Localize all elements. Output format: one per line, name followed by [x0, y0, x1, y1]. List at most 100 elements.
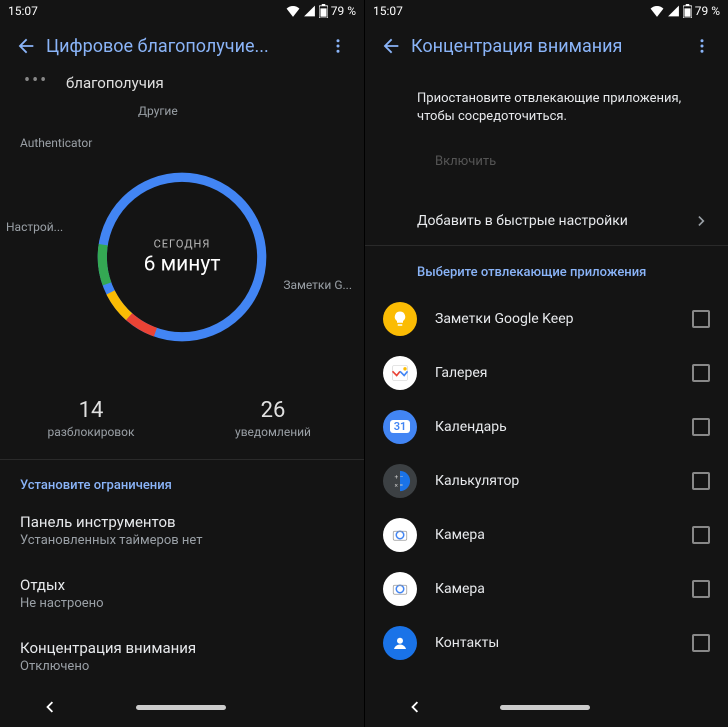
- nav-home-pill[interactable]: [136, 705, 226, 710]
- content: Приостановите отвлекающие приложения, чт…: [365, 70, 728, 687]
- row-dashboard-title: Панель инструментов: [20, 513, 344, 531]
- app-row[interactable]: Галерея: [365, 346, 728, 400]
- stat-unlocks[interactable]: 14 разблокировок: [0, 398, 182, 439]
- seg-label-notes: Заметки G...: [283, 278, 352, 292]
- stat-unlocks-label: разблокировок: [0, 425, 182, 439]
- wifi-icon: [286, 5, 300, 17]
- stat-notifs-value: 26: [182, 398, 364, 423]
- battery-icon: [319, 4, 328, 18]
- app-name-label: Галерея: [417, 365, 692, 381]
- app-name-label: Камера: [417, 581, 692, 597]
- seg-label-auth: Authenticator: [20, 136, 92, 150]
- phone-wellbeing: 15:07 79 % Цифровое благополучие... ••• …: [0, 0, 364, 727]
- app-name-label: Календарь: [417, 419, 692, 435]
- status-battery: 79 %: [695, 4, 720, 18]
- seg-label-settings: Настрой...: [6, 220, 63, 234]
- svg-text:+ −: + −: [395, 473, 404, 481]
- row-winddown-sub: Не настроено: [20, 596, 344, 611]
- status-right: 79 %: [650, 4, 720, 18]
- pick-apps-header: Выберите отвлекающие приложения: [365, 246, 728, 292]
- wifi-icon: [650, 5, 664, 17]
- app-checkbox[interactable]: [692, 364, 710, 382]
- row-dashboard[interactable]: Панель инструментов Установленных таймер…: [0, 499, 364, 562]
- app-icon: 31: [383, 410, 417, 444]
- app-row[interactable]: 31Календарь: [365, 400, 728, 454]
- row-dashboard-sub: Установленных таймеров нет: [20, 533, 344, 548]
- row-winddown[interactable]: Отдых Не настроено: [0, 562, 364, 625]
- app-name-label: Заметки Google Keep: [417, 311, 692, 327]
- more-vert-icon: [329, 37, 347, 55]
- app-icon: [383, 626, 417, 660]
- enable-button[interactable]: Включить: [417, 146, 514, 177]
- status-bar: 15:07 79 %: [0, 0, 364, 22]
- app-name-label: Камера: [417, 527, 692, 543]
- nav-bar: [365, 687, 728, 727]
- svg-text:× =: × =: [395, 481, 404, 489]
- app-row[interactable]: Камера: [365, 508, 728, 562]
- row-quick-settings[interactable]: Добавить в быстрые настройки: [365, 197, 728, 245]
- arrow-back-icon: [380, 35, 402, 57]
- donut-center: СЕГОДНЯ 6 минут: [144, 237, 221, 276]
- app-bar: Цифровое благополучие...: [0, 22, 364, 70]
- app-icon: [383, 356, 417, 390]
- donut-center-value: 6 минут: [144, 252, 221, 276]
- heading-tail: благополучия: [0, 70, 364, 100]
- chevron-right-icon: [692, 211, 712, 231]
- app-row[interactable]: Камера: [365, 562, 728, 616]
- limits-header: Установите ограничения: [0, 460, 364, 499]
- chevron-left-icon: [38, 696, 60, 718]
- row-focus[interactable]: Концентрация внимания Отключено: [0, 625, 364, 687]
- app-checkbox[interactable]: [692, 526, 710, 544]
- row-focus-title: Концентрация внимания: [20, 639, 344, 657]
- nav-back-button[interactable]: [38, 696, 60, 718]
- status-right: 79 %: [286, 4, 356, 18]
- page-title: Концентрация внимания: [411, 36, 682, 57]
- app-icon: [383, 302, 417, 336]
- nav-home-pill[interactable]: [500, 705, 590, 710]
- app-checkbox[interactable]: [692, 418, 710, 436]
- stats-row: 14 разблокировок 26 уведомлений: [0, 380, 364, 459]
- status-time: 15:07: [373, 4, 403, 18]
- battery-icon: [683, 4, 692, 18]
- app-icon: [383, 518, 417, 552]
- app-checkbox[interactable]: [692, 310, 710, 328]
- signal-icon: [667, 5, 680, 17]
- row-focus-sub: Отключено: [20, 659, 344, 674]
- donut-center-label: СЕГОДНЯ: [144, 237, 221, 250]
- content: ••• благополучия СЕГОДНЯ 6 минут Другие …: [0, 70, 364, 687]
- page-title: Цифровое благополучие...: [46, 36, 318, 57]
- nav-bar: [0, 687, 364, 727]
- row-quick-settings-label: Добавить в быстрые настройки: [417, 213, 692, 229]
- app-name-label: Калькулятор: [417, 473, 692, 489]
- overflow-button[interactable]: [682, 26, 722, 66]
- ellipsis-icon: •••: [0, 70, 48, 91]
- overflow-button[interactable]: [318, 26, 358, 66]
- app-icon: [383, 572, 417, 606]
- row-winddown-title: Отдых: [20, 576, 344, 594]
- status-bar: 15:07 79 %: [365, 0, 728, 22]
- back-button[interactable]: [371, 26, 411, 66]
- more-vert-icon: [693, 37, 711, 55]
- app-row[interactable]: + −× =Калькулятор: [365, 454, 728, 508]
- app-checkbox[interactable]: [692, 472, 710, 490]
- app-row[interactable]: Контакты: [365, 616, 728, 670]
- back-button[interactable]: [6, 26, 46, 66]
- chevron-left-icon: [403, 696, 425, 718]
- app-row[interactable]: Заметки Google Keep: [365, 292, 728, 346]
- stat-unlocks-value: 14: [0, 398, 182, 423]
- app-name-label: Контакты: [417, 635, 692, 651]
- stat-notifications[interactable]: 26 уведомлений: [182, 398, 364, 439]
- app-checkbox[interactable]: [692, 634, 710, 652]
- stat-notifs-label: уведомлений: [182, 425, 364, 439]
- nav-back-button[interactable]: [403, 696, 425, 718]
- arrow-back-icon: [15, 35, 37, 57]
- signal-icon: [303, 5, 316, 17]
- status-battery: 79 %: [331, 4, 356, 18]
- usage-donut[interactable]: СЕГОДНЯ 6 минут Другие Authenticator Нас…: [0, 100, 364, 380]
- app-list: Заметки Google Keep Галерея 31Календарь + −…: [365, 292, 728, 670]
- app-icon: + −× =: [383, 464, 417, 498]
- app-bar: Концентрация внимания: [365, 22, 728, 70]
- phone-focus: 15:07 79 % Концентрация внимания Приоста…: [364, 0, 728, 727]
- seg-label-other: Другие: [138, 104, 178, 118]
- app-checkbox[interactable]: [692, 580, 710, 598]
